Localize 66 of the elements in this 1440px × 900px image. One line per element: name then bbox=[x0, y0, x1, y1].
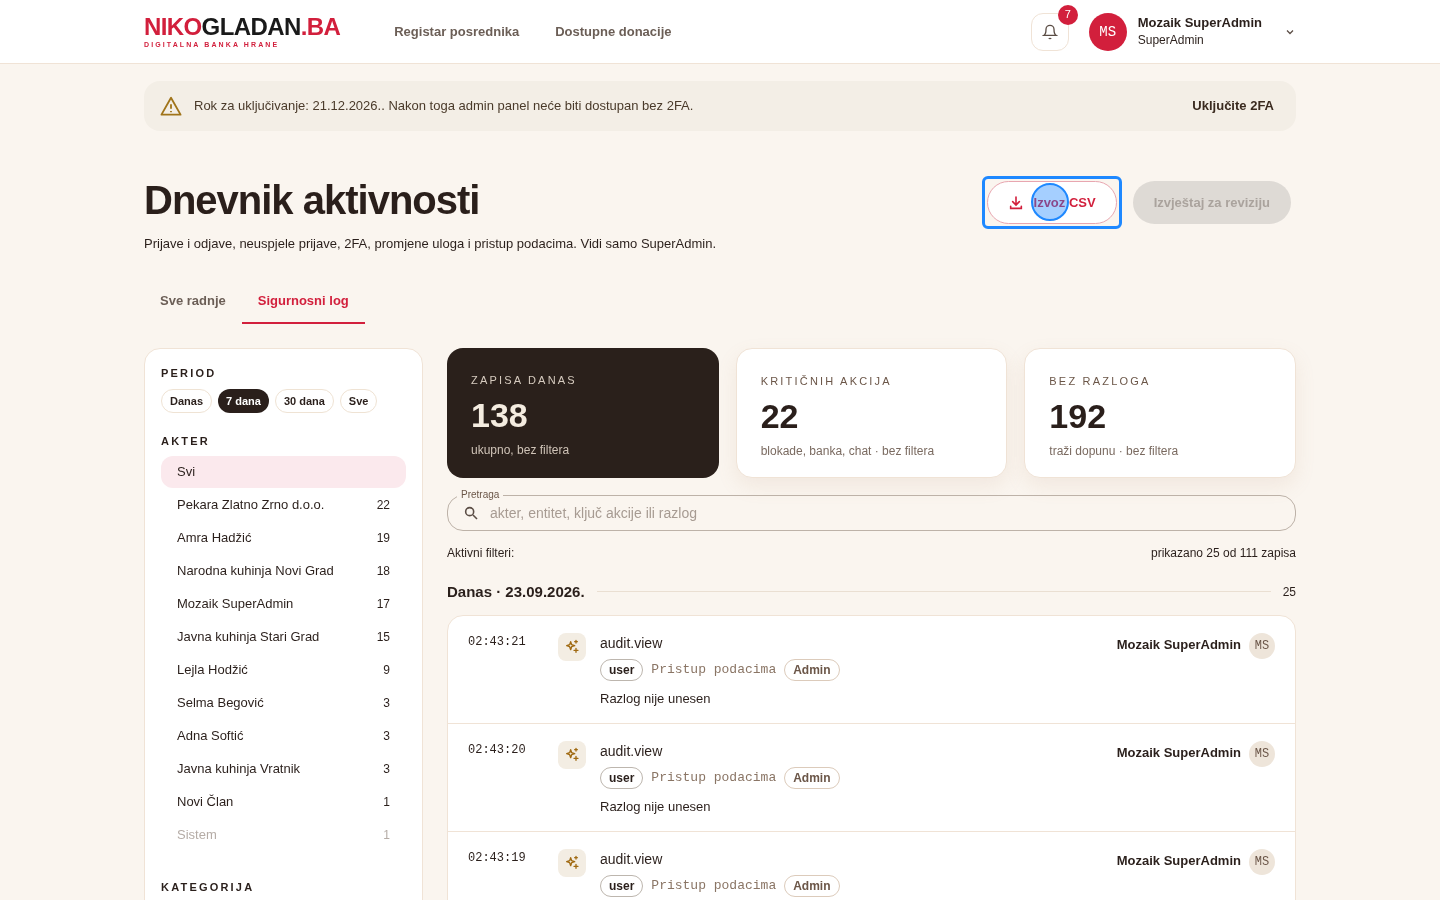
category-label: Pristup podacima bbox=[651, 769, 777, 788]
actor-item[interactable]: Adna Softić 3 bbox=[161, 719, 406, 752]
enable-2fa-link[interactable]: Uključite 2FA bbox=[1192, 96, 1274, 116]
section-heading: AKTER bbox=[161, 434, 211, 449]
actor-item[interactable]: Pekara Zlatno Zrno d.o.o. 22 bbox=[161, 488, 406, 521]
sparkle-icon bbox=[564, 855, 580, 871]
section-heading: PERIOD bbox=[161, 365, 218, 381]
stat-note: blokade, banka, chat · bez filtera bbox=[760, 443, 936, 459]
active-filters-label: Aktivni filteri: bbox=[447, 544, 515, 561]
stat-value: 22 bbox=[760, 399, 800, 433]
click-indicator bbox=[1030, 183, 1069, 221]
page-subtitle: Prijave i odjave, neuspjele prijave, 2FA, promjene uloga i pristup podacima. Vidi samo SuperAdmin. bbox=[144, 235, 717, 253]
warning-icon bbox=[160, 96, 182, 116]
user-name: Mozaik SuperAdmin bbox=[1137, 15, 1262, 32]
actor-item[interactable]: Javna kuhinja Stari Grad 15 bbox=[161, 620, 406, 653]
stat-label: KRITIČNIH AKCIJA bbox=[760, 373, 893, 389]
category-label: Pristup podacima bbox=[651, 661, 777, 680]
actor-item[interactable]: Selma Begović 3 bbox=[161, 686, 406, 719]
actor-item[interactable]: Narodna kuhinja Novi Grad 18 bbox=[161, 554, 406, 587]
group-date: Danas · 23.09.2026. bbox=[447, 581, 585, 602]
actor-item[interactable]: Javna kuhinja Vratnik 3 bbox=[161, 752, 406, 785]
tab[interactable]: Sigurnosni log bbox=[241, 279, 365, 324]
user-role: SuperAdmin bbox=[1137, 31, 1205, 48]
page-title: Dnevnik aktivnosti bbox=[144, 180, 481, 220]
action-key: audit.view bbox=[600, 741, 840, 761]
actor-item[interactable]: Amra Hadžić 19 bbox=[161, 521, 406, 554]
export-csv-button[interactable]: Izvoz CSV bbox=[986, 181, 1117, 224]
stat-note: traži dopunu · bez filtera bbox=[1049, 443, 1180, 459]
sparkle-icon bbox=[564, 747, 580, 763]
actor-item[interactable]: Lejla Hodžić 9 bbox=[161, 653, 406, 686]
action-key: audit.view bbox=[600, 633, 840, 653]
actor-item[interactable]: Svi bbox=[161, 455, 406, 488]
entry-reason: Razlog nije unesen bbox=[600, 690, 712, 708]
nav-link[interactable]: Registar posrednika bbox=[394, 21, 520, 42]
entry-reason: Razlog nije unesen bbox=[600, 798, 712, 816]
stat-note: ukupno, bez filtera bbox=[471, 442, 571, 458]
search-icon bbox=[463, 504, 479, 521]
warning-text: Rok za uključivanje: 21.12.2026.. Nakon toga admin panel neće biti dostupan bez 2FA. bbox=[194, 97, 694, 116]
entry-actor: Mozaik SuperAdmin bbox=[1116, 852, 1241, 870]
bell-icon bbox=[1041, 23, 1058, 40]
actor-avatar: MS bbox=[1249, 849, 1275, 875]
entry-time: 02:43:19 bbox=[468, 850, 527, 867]
stat-label: BEZ RAZLOGA bbox=[1049, 373, 1152, 389]
nav-link[interactable]: Dostupne donacije bbox=[555, 21, 672, 42]
entry-time: 02:43:21 bbox=[468, 634, 527, 651]
entry-time: 02:43:20 bbox=[468, 742, 527, 759]
sparkle-icon bbox=[564, 639, 580, 655]
entry-actor: Mozaik SuperAdmin bbox=[1116, 744, 1241, 762]
actor-avatar: MS bbox=[1249, 633, 1275, 659]
section-heading: KATEGORIJA bbox=[161, 879, 256, 895]
actor-item[interactable]: Novi Član 1 bbox=[161, 785, 406, 818]
period-chip[interactable]: 7 dana bbox=[218, 389, 269, 413]
stat-value: 138 bbox=[471, 398, 529, 432]
actor-avatar: MS bbox=[1249, 741, 1275, 767]
group-count: 25 bbox=[1282, 583, 1296, 600]
tab[interactable]: Sve radnje bbox=[144, 279, 242, 324]
results-summary: prikazano 25 od 111 zapisa bbox=[1151, 544, 1296, 561]
user-avatar: MS bbox=[1088, 12, 1127, 51]
action-key: audit.view bbox=[600, 849, 840, 869]
notification-badge: 7 bbox=[1057, 4, 1078, 25]
download-icon bbox=[1007, 194, 1024, 211]
entry-actor: Mozaik SuperAdmin bbox=[1116, 636, 1241, 654]
category-label: Pristup podacima bbox=[651, 877, 777, 896]
actor-item[interactable]: Mozaik SuperAdmin 17 bbox=[161, 587, 406, 620]
stat-value: 192 bbox=[1049, 399, 1108, 433]
stat-label: ZAPISA DANAS bbox=[471, 372, 578, 388]
